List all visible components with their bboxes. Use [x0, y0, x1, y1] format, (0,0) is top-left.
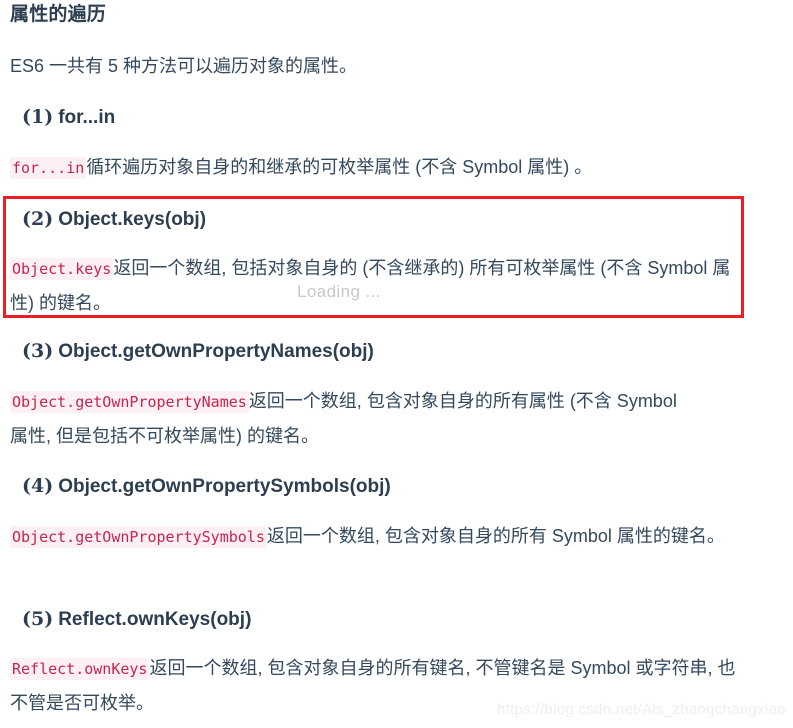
section-heading-4: (4) Object.getOwnPropertySymbols(obj) — [22, 473, 391, 500]
inline-code-4: Object.getOwnPropertySymbols — [10, 526, 267, 548]
section-name-1: for...in — [58, 107, 116, 128]
section-heading-3: (3) Object.getOwnPropertyNames(obj) — [22, 338, 374, 365]
section-heading-2: (2) Object.keys(obj) — [22, 206, 206, 233]
section-number-2: (2) — [22, 208, 54, 230]
inline-code-1: for...in — [10, 157, 87, 179]
section-body-1: for...in 循环遍历对象自身的和继承的可枚举属性 (不含 Symbol 属性… — [10, 150, 780, 185]
section-heading-1: (1) for...in — [22, 104, 115, 131]
section-number-5: (5) — [22, 608, 54, 630]
inline-code-3: Object.getOwnPropertyNames — [10, 391, 249, 413]
section-number-4: (4) — [22, 475, 54, 497]
section-body-text-1: 循环遍历对象自身的和继承的可枚举属性 (不含 Symbol 属性) 。 — [86, 157, 593, 177]
section-heading-5: (5) Reflect.ownKeys(obj) — [22, 606, 251, 633]
section-number-1: (1) — [22, 106, 54, 128]
section-number-3: (3) — [22, 340, 54, 362]
intro-paragraph: ES6 一共有 5 种方法可以遍历对象的属性。 — [10, 56, 358, 76]
article-page: 属性的遍历 ES6 一共有 5 种方法可以遍历对象的属性。 (1) for...i… — [0, 0, 793, 728]
section-name-3: Object.getOwnPropertyNames(obj) — [58, 341, 374, 362]
csdn-watermark: https://blog.csdn.net/Als_zhangchangxiao — [497, 701, 786, 718]
loading-indicator: Loading ... — [297, 282, 381, 301]
page-title: 属性的遍历 — [10, 4, 107, 25]
section-name-4: Object.getOwnPropertySymbols(obj) — [58, 476, 391, 497]
section-body-4: Object.getOwnPropertySymbols 返回一个数组, 包含对象… — [10, 519, 750, 554]
section-name-2: Object.keys(obj) — [58, 209, 207, 230]
section-name-5: Reflect.ownKeys(obj) — [58, 609, 252, 630]
section-body-3: Object.getOwnPropertyNames 返回一个数组, 包含对象自身… — [10, 384, 682, 453]
inline-code-2: Object.keys — [10, 258, 114, 280]
section-body-text-4: 返回一个数组, 包含对象自身的所有 Symbol 属性的键名。 — [266, 526, 725, 546]
inline-code-5: Reflect.ownKeys — [10, 658, 150, 680]
